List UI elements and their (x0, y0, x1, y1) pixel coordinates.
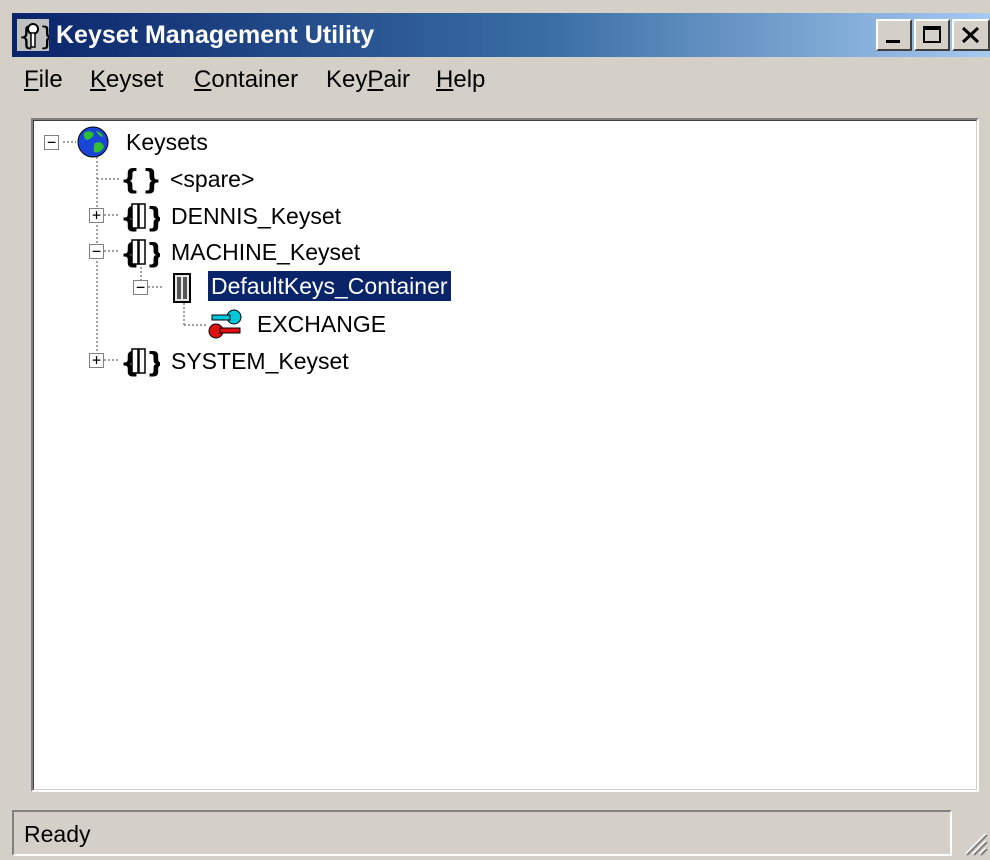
close-button[interactable] (952, 19, 990, 51)
keyset-icon: { } (120, 237, 160, 269)
tree-node-defaultkeys-container[interactable]: DefaultKeys_Container (207, 270, 452, 302)
keyset-icon: { } (120, 346, 160, 378)
maximize-button[interactable] (914, 19, 950, 51)
tree-node-machine-keyset[interactable]: MACHINE_Keyset (168, 237, 363, 267)
status-bar: Ready (12, 810, 952, 856)
svg-text:}: } (142, 163, 160, 195)
tree-node-dennis-keyset[interactable]: DENNIS_Keyset (168, 201, 344, 231)
svg-text:}: } (146, 237, 160, 269)
status-text: Ready (24, 821, 91, 847)
resize-grip-icon[interactable] (958, 818, 988, 856)
tree-collapse-toggle[interactable]: − (44, 133, 59, 151)
tree-node-spare[interactable]: <spare> (167, 164, 257, 194)
keyset-icon: { } (120, 201, 160, 233)
svg-text:}: } (146, 346, 160, 378)
key-pair-icon (208, 309, 242, 339)
svg-text:}: } (39, 22, 49, 51)
tree-collapse-toggle[interactable]: − (133, 278, 148, 296)
tree-expand-toggle[interactable]: + (89, 206, 104, 224)
menu-help[interactable]: Help (436, 66, 485, 94)
close-icon (961, 26, 980, 44)
tree-node-system-keyset[interactable]: SYSTEM_Keyset (168, 346, 352, 376)
maximize-icon (923, 26, 941, 43)
menu-bar: File Keyset Container KeyPair Help (12, 60, 982, 100)
app-window: { } Keyset Management Utility File Keyse… (0, 0, 990, 860)
empty-keyset-icon: { } (120, 163, 160, 195)
svg-text:{: { (120, 163, 140, 195)
keyset-app-icon: { } (17, 19, 49, 51)
menu-file[interactable]: File (24, 66, 63, 94)
keyset-tree-view[interactable]: − Keysets { } <spare> + { } (31, 118, 979, 792)
menu-container[interactable]: Container (194, 66, 298, 94)
container-icon (173, 273, 191, 303)
tree: − Keysets { } <spare> + { } (34, 121, 976, 789)
menu-keypair[interactable]: KeyPair (326, 66, 410, 94)
window-title: Keyset Management Utility (56, 21, 375, 49)
minimize-icon (886, 40, 900, 43)
title-bar[interactable]: { } Keyset Management Utility (12, 13, 990, 57)
minimize-button[interactable] (876, 19, 912, 51)
menu-keyset[interactable]: Keyset (90, 66, 163, 94)
tree-collapse-toggle[interactable]: − (89, 242, 104, 260)
globe-icon (77, 126, 109, 158)
tree-node-keysets[interactable]: Keysets (123, 127, 211, 157)
svg-text:}: } (146, 201, 160, 233)
tree-node-exchange[interactable]: EXCHANGE (254, 309, 389, 339)
tree-expand-toggle[interactable]: + (89, 351, 104, 369)
